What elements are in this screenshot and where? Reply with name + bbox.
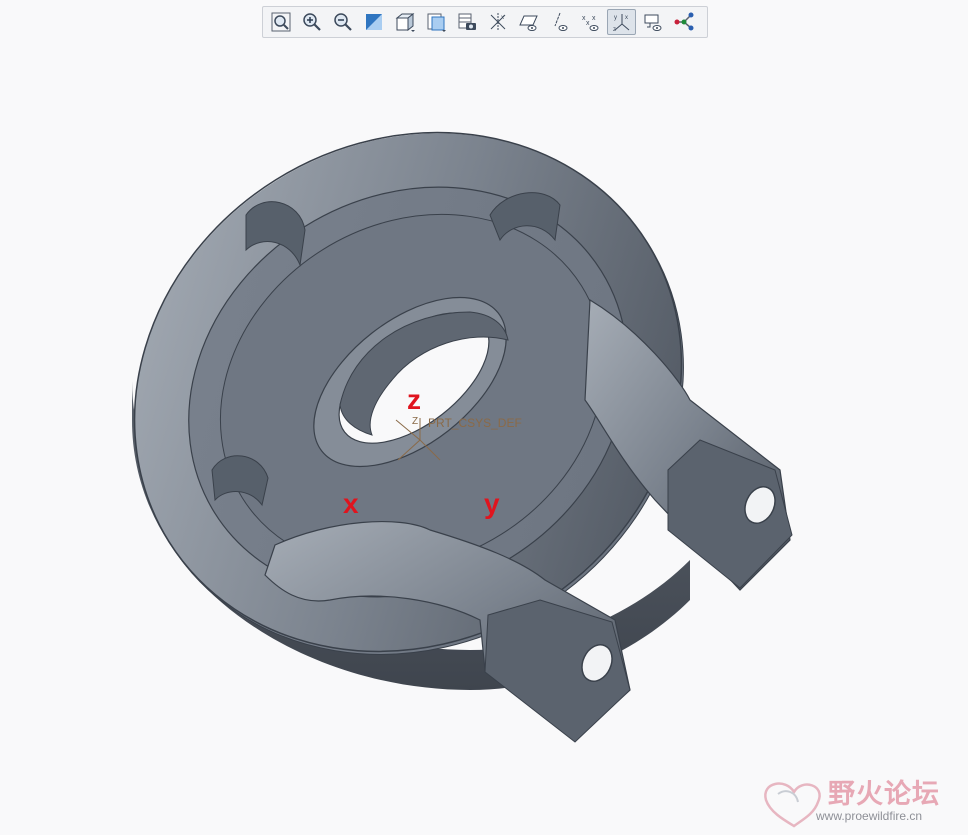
svg-text:x: x: [625, 15, 628, 21]
axis-label-z: z: [407, 384, 421, 415]
svg-text:x: x: [586, 20, 590, 27]
annotation-display-icon: [644, 14, 661, 31]
zoom-in-icon: [302, 13, 321, 31]
plane-display-icon: [518, 15, 538, 31]
zoom-out-icon: [333, 13, 352, 31]
view-toolbar: x xxx y x z: [262, 6, 708, 38]
view-manager-icon: [458, 13, 476, 30]
repaint-icon: [365, 14, 382, 30]
spin-center-icon: [674, 12, 693, 31]
repaint-button[interactable]: [359, 9, 388, 35]
point-display-button[interactable]: xxx: [576, 9, 605, 35]
axis-label-x: x: [343, 488, 359, 519]
annotation-display-button[interactable]: [638, 9, 667, 35]
point-display-icon: x xx: [582, 15, 598, 31]
csys-display-icon: y x z: [613, 14, 629, 33]
view-manager-button[interactable]: [452, 9, 481, 35]
svg-text:x: x: [501, 15, 504, 21]
csys-axis-letter: Z: [412, 416, 419, 427]
watermark-url: www.proewildfire.cn: [816, 809, 923, 823]
svg-text:x: x: [592, 15, 596, 22]
zoom-in-button[interactable]: [297, 9, 326, 35]
svg-text:z: z: [613, 27, 616, 33]
display-style-icon: [395, 12, 415, 32]
refit-icon: [271, 12, 290, 32]
refit-button[interactable]: [266, 9, 295, 35]
axis-label-y: y: [484, 488, 500, 519]
graphics-viewport[interactable]: [0, 40, 968, 835]
plane-display-button[interactable]: [514, 9, 543, 35]
spin-center-button[interactable]: [669, 9, 698, 35]
svg-text:y: y: [614, 15, 617, 21]
saved-orientations-icon: [427, 13, 446, 32]
axis-display-button[interactable]: [545, 9, 574, 35]
saved-orientations-button[interactable]: [421, 9, 450, 35]
perspective-button[interactable]: x: [483, 9, 512, 35]
csys-display-button[interactable]: y x z: [607, 9, 636, 35]
perspective-icon: x: [490, 13, 505, 31]
display-style-button[interactable]: [390, 9, 419, 35]
watermark-title: 野火论坛: [828, 779, 940, 810]
csys-label: PRT_CSYS_DEF: [428, 416, 522, 430]
zoom-out-button[interactable]: [328, 9, 357, 35]
axis-display-icon: [554, 12, 567, 31]
